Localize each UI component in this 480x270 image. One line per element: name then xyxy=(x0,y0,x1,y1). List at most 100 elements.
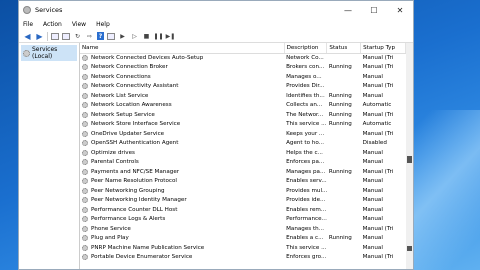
menu-file[interactable]: File xyxy=(23,21,33,28)
cell-status xyxy=(327,158,361,168)
scrollbar-thumb[interactable] xyxy=(407,246,412,251)
close-button[interactable]: ✕ xyxy=(387,1,413,19)
column-header-name[interactable]: Name xyxy=(80,43,285,54)
cell-startup-type: Manual xyxy=(362,216,383,223)
table-row[interactable]: Optimize drives Helps the c... Manual xyxy=(80,148,406,158)
gear-icon xyxy=(82,140,88,147)
cell-description: The Networ... xyxy=(286,111,324,118)
stop-icon[interactable]: ■ xyxy=(142,32,151,41)
back-arrow-icon[interactable]: ◀ xyxy=(23,32,32,41)
cell-name: Network Setup Service xyxy=(80,110,284,120)
cell-startup-type: Manual xyxy=(362,244,383,251)
pause-icon[interactable]: ❚❚ xyxy=(153,32,163,41)
table-row[interactable]: Network Setup Service The Networ... Runnin… xyxy=(80,110,406,120)
export-icon[interactable]: ⇨ xyxy=(85,32,94,41)
menu-view[interactable]: View xyxy=(72,21,86,28)
table-row[interactable]: Network List Service Identifies th... Runn… xyxy=(80,91,406,101)
service-name-label: Parental Controls xyxy=(91,159,139,166)
cell-description: Provides ide... xyxy=(286,197,326,204)
cell-description: Agent to ho... xyxy=(286,140,324,147)
gear-icon xyxy=(82,225,88,232)
cell-description: Manages o... xyxy=(286,73,322,80)
table-row[interactable]: Portable Device Enumerator Service Enforc… xyxy=(80,253,406,263)
service-name-label: Network Location Awareness xyxy=(91,102,172,109)
help-icon[interactable]: ? xyxy=(97,32,104,40)
cell-startup-type: Manual xyxy=(362,235,383,242)
cell-status xyxy=(327,186,361,196)
table-row[interactable]: Peer Networking Identity Manager Provides… xyxy=(80,196,406,206)
table-row[interactable]: Network Connected Devices Auto-Setup Netw… xyxy=(80,53,406,63)
table-row[interactable]: Peer Name Resolution Protocol Enables ser… xyxy=(80,177,406,187)
console-tree: Services (Local) xyxy=(19,43,80,269)
table-row[interactable]: Network Connections Manages o... Manual xyxy=(80,72,406,82)
service-name: Network Location Awareness xyxy=(82,102,282,109)
table-row[interactable]: PNRP Machine Name Publication Service Thi… xyxy=(80,243,406,253)
refresh-icon[interactable]: ↻ xyxy=(73,32,82,41)
table-row[interactable]: Performance Logs & Alerts Performance... M… xyxy=(80,215,406,225)
table-row[interactable]: OneDrive Updater Service Keeps your ... Ma… xyxy=(80,129,406,139)
maximize-button[interactable]: ☐ xyxy=(361,1,387,19)
service-name-label: OpenSSH Authentication Agent xyxy=(91,140,179,147)
services-window: Services — ☐ ✕ File Action View Help ◀ ▶… xyxy=(18,0,414,270)
service-name-label: Network Connection Broker xyxy=(91,64,168,71)
cell-startup-type: Manual xyxy=(362,159,383,166)
minimize-button[interactable]: — xyxy=(335,1,361,19)
table-header-row: Name Description Status Startup Typ xyxy=(80,43,406,54)
cell-description: Enforces gro... xyxy=(286,254,327,261)
table-row[interactable]: Payments and NFC/SE Manager Manages pa...… xyxy=(80,167,406,177)
table-row[interactable]: Parental Controls Enforces pa... Manual xyxy=(80,158,406,168)
scrollbar-thumb[interactable] xyxy=(407,156,412,163)
service-name-label: Optimize drives xyxy=(91,149,135,156)
cell-name: Performance Counter DLL Host xyxy=(80,205,284,215)
gear-icon xyxy=(82,197,88,204)
cell-description: This service ... xyxy=(286,244,327,251)
table-row[interactable]: Network Location Awareness Collects an...… xyxy=(80,101,406,111)
column-header-status[interactable]: Status xyxy=(326,43,362,54)
tree-item-services-local[interactable]: Services (Local) xyxy=(21,45,77,61)
cell-name: PNRP Machine Name Publication Service xyxy=(80,243,284,253)
cell-startup-type: Manual (Tri xyxy=(362,130,394,137)
service-name: Performance Logs & Alerts xyxy=(82,216,282,223)
gear-icon xyxy=(82,206,88,213)
service-name: Payments and NFC/SE Manager xyxy=(82,168,282,175)
service-name: Performance Counter DLL Host xyxy=(82,206,282,213)
column-header-startup-type[interactable]: Startup Typ xyxy=(360,43,406,54)
cell-status xyxy=(327,196,361,206)
vertical-scrollbar[interactable] xyxy=(406,43,413,269)
cell-name: Network Connections xyxy=(80,72,284,82)
table-row[interactable]: Plug and Play Enables a c... Running Manual xyxy=(80,234,406,244)
services-table: Name Description Status Startup Typ Netw… xyxy=(80,43,406,262)
table-row[interactable]: Network Connection Broker Brokers con... R… xyxy=(80,63,406,73)
gear-icon xyxy=(23,49,30,57)
column-header-description[interactable]: Description xyxy=(284,43,328,54)
cell-status xyxy=(327,139,361,149)
table-row[interactable]: Peer Networking Grouping Provides mul... M… xyxy=(80,186,406,196)
service-name: Plug and Play xyxy=(82,235,282,242)
cell-description: Provides Dir... xyxy=(286,83,325,90)
menu-action[interactable]: Action xyxy=(43,21,62,28)
service-name: PNRP Machine Name Publication Service xyxy=(82,244,282,251)
restart-icon[interactable]: ▶❚ xyxy=(166,32,176,41)
service-name-label: PNRP Machine Name Publication Service xyxy=(91,244,205,251)
cell-description: Provides mul... xyxy=(286,187,327,194)
gear-icon xyxy=(82,83,88,90)
cell-startup-type: Manual xyxy=(362,206,383,213)
table-row[interactable]: Phone Service Manages th... Manual (Tri xyxy=(80,224,406,234)
menu-help[interactable]: Help xyxy=(96,21,110,28)
service-name: Network Connected Devices Auto-Setup xyxy=(82,55,282,61)
cell-startup-type: Manual (Tri xyxy=(362,83,394,90)
properties-sheet-icon[interactable] xyxy=(107,32,115,40)
console-tree-icon[interactable] xyxy=(51,32,59,40)
table-row[interactable]: Network Store Interface Service This serv… xyxy=(80,120,406,130)
start-icon[interactable]: ▶ xyxy=(118,32,127,41)
table-row[interactable]: Network Connectivity Assistant Provides D… xyxy=(80,82,406,92)
table-row[interactable]: Performance Counter DLL Host Enables rem.… xyxy=(80,205,406,215)
table-row[interactable]: OpenSSH Authentication Agent Agent to ho.… xyxy=(80,139,406,149)
cell-startup-type: Manual (Tri xyxy=(362,111,394,118)
gear-icon xyxy=(23,6,31,14)
start-alt-icon[interactable]: ▷ xyxy=(130,32,139,41)
forward-arrow-icon[interactable]: ▶ xyxy=(35,32,44,41)
cell-status xyxy=(327,224,361,234)
properties-icon[interactable] xyxy=(62,32,70,40)
cell-status: Running xyxy=(328,102,352,109)
